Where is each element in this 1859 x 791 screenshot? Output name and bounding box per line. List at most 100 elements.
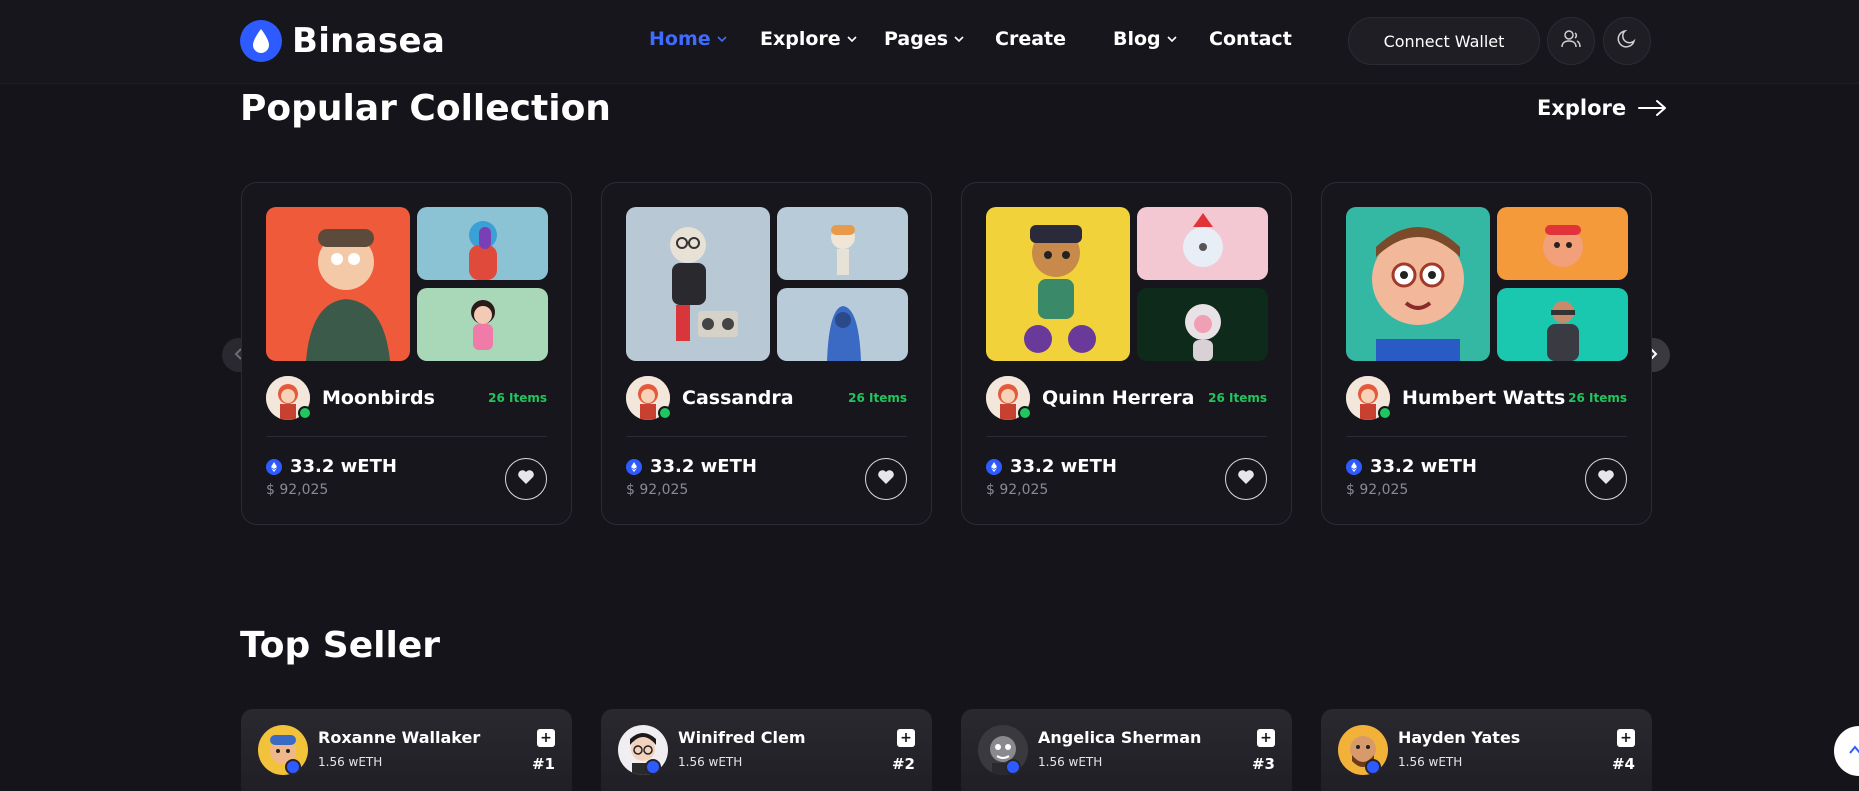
seller-card[interactable]: Winifred Clem 1.56 wETH + #2 bbox=[601, 709, 932, 791]
usd-value: $ 92,025 bbox=[1346, 482, 1409, 498]
user-icon bbox=[1560, 28, 1582, 54]
chevron-down-icon bbox=[717, 35, 727, 43]
chevron-down-icon bbox=[954, 35, 964, 43]
moon-icon bbox=[1616, 28, 1638, 54]
nav-blog-label: Blog bbox=[1113, 28, 1161, 50]
seller-rank: #2 bbox=[891, 755, 915, 773]
nav-home-label: Home bbox=[649, 28, 711, 50]
collection-owner[interactable]: Humbert Watts bbox=[1346, 376, 1565, 420]
avatar bbox=[986, 376, 1032, 420]
popular-collection-title: Popular Collection bbox=[240, 88, 611, 129]
seller-amount: 1.56 wETH bbox=[1398, 755, 1463, 769]
divider bbox=[1346, 436, 1627, 437]
collection-card[interactable]: Quinn Herrera 26 Items 33.2 wETH $ 92,02… bbox=[961, 182, 1292, 525]
collection-image-thumb bbox=[1137, 288, 1268, 361]
favorite-button[interactable] bbox=[1585, 458, 1627, 500]
collection-image-main bbox=[986, 207, 1130, 361]
favorite-button[interactable] bbox=[505, 458, 547, 500]
seller-rank: #1 bbox=[531, 755, 555, 773]
collection-owner[interactable]: Quinn Herrera bbox=[986, 376, 1194, 420]
eth-icon bbox=[626, 458, 642, 475]
brand-logo[interactable]: Binasea bbox=[240, 20, 445, 62]
divider bbox=[986, 436, 1267, 437]
plus-icon[interactable]: + bbox=[1617, 729, 1635, 747]
nav-create[interactable]: Create bbox=[995, 28, 1066, 50]
nav-home[interactable]: Home bbox=[649, 28, 727, 50]
connect-wallet-button[interactable]: Connect Wallet bbox=[1348, 17, 1540, 65]
collection-card[interactable]: Cassandra 26 Items 33.2 wETH $ 92,025 bbox=[601, 182, 932, 525]
collection-image-thumb bbox=[417, 288, 548, 361]
usd-value: $ 92,025 bbox=[626, 482, 689, 498]
nav-explore[interactable]: Explore bbox=[760, 28, 857, 50]
nav-create-label: Create bbox=[995, 28, 1066, 50]
nav-pages[interactable]: Pages bbox=[884, 28, 964, 50]
plus-icon[interactable]: + bbox=[537, 729, 555, 747]
price-value: 33.2 wETH bbox=[1010, 456, 1117, 477]
seller-name: Roxanne Wallaker bbox=[318, 728, 481, 747]
verified-icon bbox=[1365, 759, 1381, 775]
price: 33.2 wETH bbox=[626, 456, 757, 477]
items-count: 26 Items bbox=[848, 391, 907, 405]
usd-value: $ 92,025 bbox=[986, 482, 1049, 498]
collection-image-thumb bbox=[1137, 207, 1268, 280]
nav-explore-label: Explore bbox=[760, 28, 841, 50]
nav-blog[interactable]: Blog bbox=[1113, 28, 1177, 50]
seller-name: Winifred Clem bbox=[678, 728, 806, 747]
eth-icon bbox=[986, 458, 1002, 475]
owner-name: Cassandra bbox=[682, 387, 794, 409]
price: 33.2 wETH bbox=[266, 456, 397, 477]
collection-card[interactable]: Humbert Watts 26 Items 33.2 wETH $ 92,02… bbox=[1321, 182, 1652, 525]
price: 33.2 wETH bbox=[986, 456, 1117, 477]
verified-icon bbox=[298, 406, 312, 420]
favorite-button[interactable] bbox=[865, 458, 907, 500]
owner-name: Humbert Watts bbox=[1402, 387, 1566, 409]
avatar bbox=[626, 376, 672, 420]
scroll-to-top-button[interactable] bbox=[1834, 726, 1859, 776]
verified-icon bbox=[1005, 759, 1021, 775]
seller-amount: 1.56 wETH bbox=[678, 755, 743, 769]
seller-card[interactable]: Angelica Sherman 1.56 wETH + #3 bbox=[961, 709, 1292, 791]
arrow-right-icon bbox=[1638, 99, 1668, 117]
items-count: 26 Items bbox=[1568, 391, 1627, 405]
collection-card[interactable]: Moonbirds 26 Items 33.2 wETH $ 92,025 bbox=[241, 182, 572, 525]
owner-name: Quinn Herrera bbox=[1042, 387, 1195, 409]
chevron-down-icon bbox=[847, 35, 857, 43]
nav-pages-label: Pages bbox=[884, 28, 949, 50]
seller-name: Hayden Yates bbox=[1398, 728, 1521, 747]
nav-contact[interactable]: Contact bbox=[1209, 28, 1292, 50]
verified-icon bbox=[1378, 406, 1392, 420]
collection-image-thumb bbox=[777, 207, 908, 280]
seller-card[interactable]: Roxanne Wallaker 1.56 wETH + #1 bbox=[241, 709, 572, 791]
items-count: 26 Items bbox=[488, 391, 547, 405]
collection-image-thumb bbox=[1497, 288, 1628, 361]
nav-contact-label: Contact bbox=[1209, 28, 1292, 50]
collection-image-thumb bbox=[1497, 207, 1628, 280]
plus-icon[interactable]: + bbox=[897, 729, 915, 747]
collection-owner[interactable]: Moonbirds bbox=[266, 376, 435, 420]
explore-link[interactable]: Explore bbox=[1537, 96, 1668, 120]
user-button[interactable] bbox=[1547, 17, 1595, 65]
chevron-down-icon bbox=[1167, 35, 1177, 43]
theme-toggle-button[interactable] bbox=[1603, 17, 1651, 65]
collection-owner[interactable]: Cassandra bbox=[626, 376, 794, 420]
favorite-button[interactable] bbox=[1225, 458, 1267, 500]
heart-icon bbox=[517, 469, 535, 489]
eth-icon bbox=[266, 458, 282, 475]
price: 33.2 wETH bbox=[1346, 456, 1477, 477]
seller-name: Angelica Sherman bbox=[1038, 728, 1202, 747]
collection-image-main bbox=[1346, 207, 1490, 361]
price-value: 33.2 wETH bbox=[650, 456, 757, 477]
collection-image-thumb bbox=[777, 288, 908, 361]
top-seller-title: Top Seller bbox=[240, 625, 441, 666]
brand-name: Binasea bbox=[292, 21, 446, 61]
collection-image-main bbox=[266, 207, 410, 361]
price-value: 33.2 wETH bbox=[1370, 456, 1477, 477]
verified-icon bbox=[285, 759, 301, 775]
plus-icon[interactable]: + bbox=[1257, 729, 1275, 747]
usd-value: $ 92,025 bbox=[266, 482, 329, 498]
seller-amount: 1.56 wETH bbox=[318, 755, 383, 769]
seller-amount: 1.56 wETH bbox=[1038, 755, 1103, 769]
arrow-up-icon bbox=[1848, 742, 1859, 761]
divider bbox=[266, 436, 547, 437]
seller-card[interactable]: Hayden Yates 1.56 wETH + #4 bbox=[1321, 709, 1652, 791]
